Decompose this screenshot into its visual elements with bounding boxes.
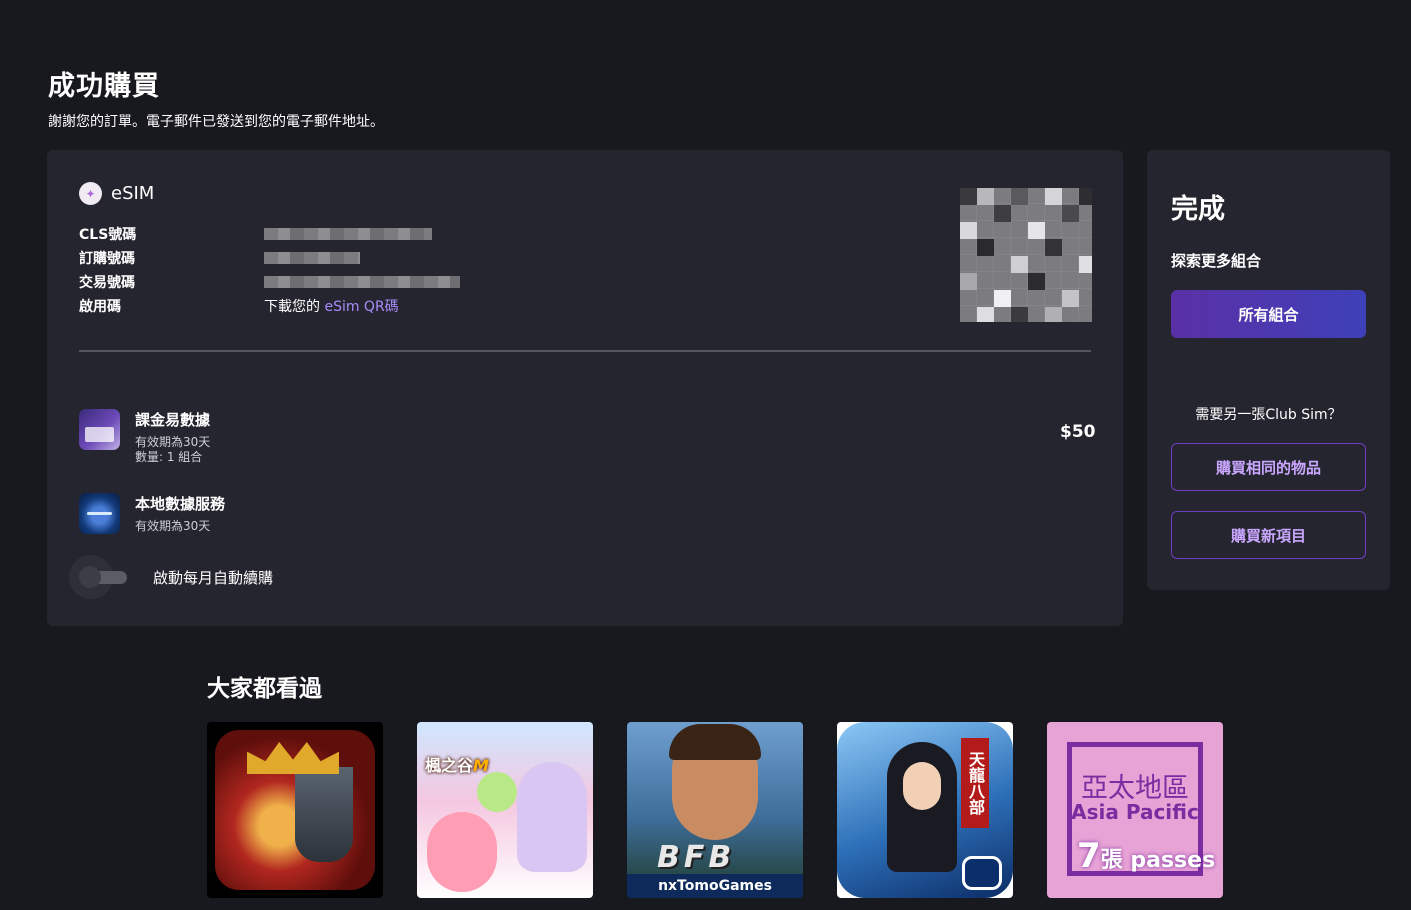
order-number-redacted [264,252,360,264]
auto-renew-control: 啟動每月自動續購 [69,555,273,599]
bundle-name: 課金易數據 [135,411,211,429]
order-number-label: 訂購號碼 [79,251,135,267]
esim-qr-link[interactable]: eSim QR碼 [324,299,398,315]
cls-number-label: CLS號碼 [79,227,137,243]
buy-same-button[interactable]: 購買相同的物品 [1171,443,1366,491]
buy-new-button[interactable]: 購買新項目 [1171,511,1366,559]
divider [79,350,1091,352]
auto-renew-toggle[interactable] [69,555,127,599]
publisher-badge-icon [962,856,1002,890]
qr-code-image [960,188,1092,322]
transaction-number-row: 交易號碼 [79,272,460,292]
esim-label: eSIM [111,183,155,204]
completion-title: 完成 [1171,194,1225,225]
auto-renew-label: 啟動每月自動續購 [153,568,274,587]
club-sim-logo-icon: ✦ [79,182,102,205]
explore-label: 探索更多組合 [1171,252,1262,270]
recommend-title: 大家都看過 [207,676,322,702]
helmet-shape [295,767,353,862]
bfb-caption: nxTomoGames [627,874,803,898]
character-art [427,812,497,892]
local-data-info: 本地數據服務 有效期為30天 [135,493,225,534]
character-art [517,762,587,872]
completion-card: 完成 探索更多組合 所有組合 需要另一張Club Sim？ 購買相同的物品 購買… [1147,150,1390,590]
qr-download-prefix: 下載您的 [264,299,325,315]
page-title: 成功購買 [48,71,160,102]
another-sim-question: 需要另一張Club Sim？ [1195,407,1342,423]
character-face-art [903,762,941,810]
local-data-thumbnail [79,493,120,534]
activation-code-row: 啟用碼 下載您的 eSim QR碼 [79,296,399,316]
cls-number-row: CLS號碼 [79,224,432,244]
bundle-validity: 有效期為30天 [135,435,211,449]
product-item-bundle: 課金易數據 有效期為30天 數量: 1 組合 [79,409,210,465]
maplestory-logo: 楓之谷M [425,756,489,775]
tianlong-banner: 天龍八部 [961,738,989,828]
toggle-knob [79,566,101,588]
tile-clash-of-kings[interactable] [207,722,383,898]
transaction-number-redacted [264,276,460,288]
local-data-validity: 有效期為30天 [135,519,211,533]
order-price: $50 [1060,422,1096,442]
page-subtitle: 謝謝您的訂單。電子郵件已發送到您的電子郵件地址。 [48,114,384,130]
asia-pacific-passes: 7張 passes [1077,836,1216,876]
qr-download-text: 下載您的 eSim QR碼 [264,296,399,316]
tile-bfb[interactable]: BFB nxTomoGames [627,722,803,898]
character-art [477,772,517,812]
bundle-quantity: 數量: 1 組合 [135,450,203,464]
tile-tianlong-babu[interactable]: 天龍八部 [837,722,1013,898]
transaction-number-label: 交易號碼 [79,275,135,291]
cls-number-redacted [264,228,432,240]
activation-code-label: 啟用碼 [79,299,121,315]
all-bundles-button[interactable]: 所有組合 [1171,290,1366,338]
asia-pacific-en: Asia Pacific [1071,800,1199,824]
local-data-name: 本地數據服務 [135,495,226,513]
tile-maplestory-m[interactable]: 楓之谷M [417,722,593,898]
bundle-thumbnail [79,409,120,450]
bfb-logo: BFB [657,840,736,875]
tile-asia-pacific[interactable]: 亞太地區 Asia Pacific 7張 passes [1047,722,1223,898]
order-details-card: ✦ eSIM CLS號碼 訂購號碼 交易號碼 啟用碼 下載您的 eSim QR碼 [47,150,1123,626]
esim-header: ✦ eSIM [79,182,154,205]
product-item-local-data: 本地數據服務 有效期為30天 [79,493,225,534]
order-number-row: 訂購號碼 [79,248,360,268]
bundle-info: 課金易數據 有效期為30天 數量: 1 組合 [135,409,210,465]
player-hair-art [669,724,761,760]
